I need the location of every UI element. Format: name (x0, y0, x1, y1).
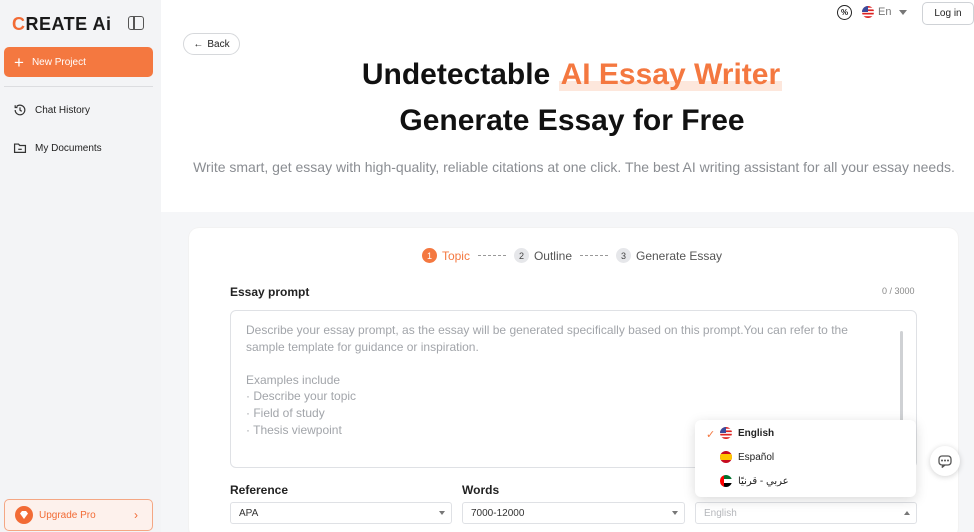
title-prefix: Undetectable (361, 58, 559, 91)
essay-prompt-label: Essay prompt (230, 285, 310, 299)
upgrade-label: Upgrade Pro (39, 509, 96, 521)
step-label: Topic (441, 248, 470, 263)
back-button[interactable]: ← Back (183, 33, 240, 55)
sidebar-item-label: My Documents (35, 142, 102, 154)
step-divider (580, 255, 608, 256)
step-label: Generate Essay (636, 248, 723, 263)
option-label: Español (738, 451, 775, 463)
sidebar-item-my-documents[interactable]: My Documents (13, 141, 102, 155)
page-title-line2: Generate Essay for Free (399, 104, 745, 137)
step-outline[interactable]: 2 Outline (513, 248, 572, 263)
placeholder-line: Examples include (246, 372, 341, 387)
chevron-right-icon: › (134, 508, 138, 522)
step-number: 1 (421, 248, 437, 263)
step-number: 2 (513, 248, 529, 263)
option-label: عربي - قرنيًا (738, 475, 789, 487)
step-label: Outline (533, 248, 572, 263)
placeholder-line (246, 355, 901, 372)
uae-flag-icon (720, 475, 732, 487)
arrow-left-icon: ← (193, 38, 204, 50)
us-flag-icon (720, 427, 732, 439)
discount-icon[interactable]: % (837, 5, 852, 20)
scrollbar[interactable] (900, 331, 903, 423)
language-label: En (878, 6, 892, 18)
caret-down-icon (899, 9, 908, 15)
character-counter: 0 / 3000 (882, 286, 915, 296)
step-divider (477, 255, 506, 256)
language-value: English (704, 507, 737, 519)
spain-flag-icon (720, 451, 732, 463)
language-select[interactable]: English (695, 502, 917, 524)
page-title: Undetectable AI Essay Writer (0, 58, 974, 92)
chat-support-button[interactable] (930, 446, 960, 476)
caret-down-icon (439, 511, 445, 515)
logo[interactable]: CREATE Ai (12, 14, 112, 35)
dropdown-option-english[interactable]: English (720, 427, 774, 439)
dropdown-option-spanish[interactable]: Español (720, 451, 774, 463)
logo-mark: C (12, 14, 26, 34)
words-value: 7000-12000 (471, 507, 525, 519)
back-label: Back (207, 38, 230, 50)
us-flag-icon (862, 6, 874, 18)
stepper: 1 Topic 2 Outline 3 Generate Essay (0, 248, 974, 263)
language-switcher[interactable]: En (862, 6, 908, 18)
sidebar-toggle-icon[interactable] (128, 16, 144, 30)
diamond-icon (15, 506, 33, 524)
upgrade-pro-button[interactable]: Upgrade Pro › (4, 499, 153, 531)
step-generate-essay[interactable]: 3 Generate Essay (616, 248, 722, 263)
logo-text: REATE Ai (25, 14, 112, 34)
login-button[interactable]: Log in (922, 2, 974, 25)
placeholder-line: sample template for guidance or inspirat… (246, 339, 479, 354)
folder-icon (13, 143, 27, 153)
step-topic[interactable]: 1 Topic (421, 248, 470, 263)
reference-label: Reference (230, 483, 289, 497)
subtitle: Write smart, get essay with high-quality… (193, 159, 955, 175)
step-number: 3 (616, 248, 631, 263)
caret-down-icon (672, 511, 678, 515)
option-label: English (738, 427, 775, 439)
check-icon: ✓ (706, 429, 716, 441)
reference-value: APA (239, 507, 259, 519)
placeholder-line: Describe your essay prompt, as the essay… (246, 323, 848, 337)
language-dropdown: ✓ English Español عربي - قرنيًا (695, 420, 916, 497)
title-highlight: AI Essay Writer (558, 58, 783, 91)
placeholder-line: · Describe your topic (246, 389, 357, 404)
chat-icon (938, 455, 952, 468)
caret-up-icon (904, 511, 910, 515)
words-label: Words (462, 483, 500, 497)
words-select[interactable]: 7000-12000 (462, 502, 685, 524)
reference-select[interactable]: APA (230, 502, 452, 524)
dropdown-option-arabic[interactable]: عربي - قرنيًا (720, 475, 789, 487)
